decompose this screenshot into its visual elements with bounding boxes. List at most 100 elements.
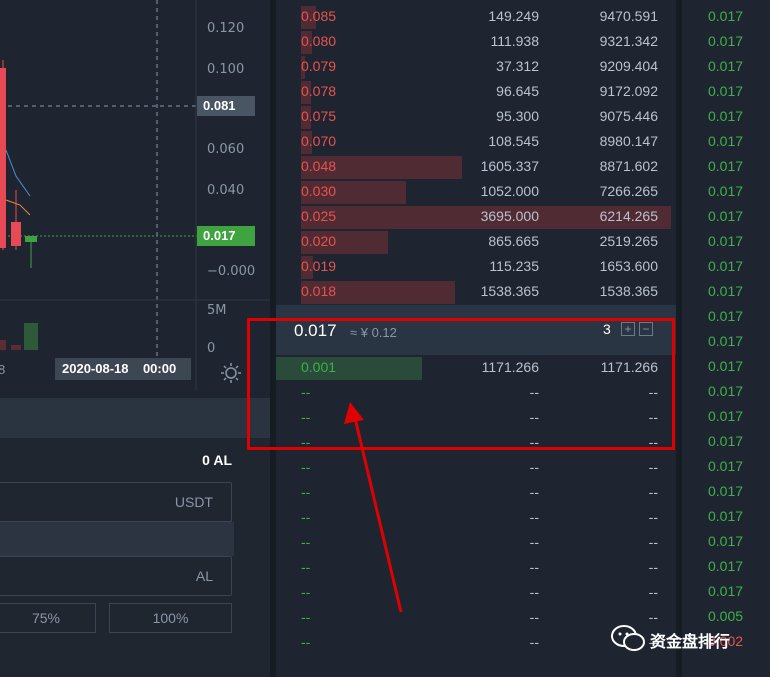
trade-price: 0.017 <box>708 83 744 99</box>
price-cell: -- <box>301 559 311 575</box>
amount-unit: AL <box>195 568 213 584</box>
trade-price: 0.017 <box>708 108 744 124</box>
price-cell: 0.020 <box>301 233 337 249</box>
price-cell: 0.085 <box>301 8 337 24</box>
amount-cell: 1052.000 <box>480 183 539 199</box>
amount-cell: 115.235 <box>489 258 539 274</box>
total-cell: 8871.602 <box>599 158 658 174</box>
amount-cell: -- <box>529 559 539 575</box>
percent-75-button[interactable]: 75% <box>0 603 96 633</box>
price-cell: 0.075 <box>301 108 337 124</box>
empty-bid-row[interactable]: -- -- -- <box>276 530 676 555</box>
trade-price: 0.017 <box>708 133 744 149</box>
amount-cell: -- <box>529 584 539 600</box>
trade-price: 0.017 <box>708 358 744 374</box>
amount-cell: -- <box>529 534 539 550</box>
ask-row[interactable]: 0.075 95.300 9075.446 <box>276 104 676 129</box>
price-cell: 0.080 <box>301 33 337 49</box>
amount-cell: 865.665 <box>488 233 539 249</box>
ask-row[interactable]: 0.070 108.545 8980.147 <box>276 129 676 154</box>
amount-cell: -- <box>529 609 539 625</box>
total-cell: -- <box>648 509 658 525</box>
empty-bid-row[interactable]: -- -- -- <box>276 555 676 580</box>
ask-row[interactable]: 0.020 865.665 2519.265 <box>276 229 676 254</box>
trade-price: 0.017 <box>708 283 744 299</box>
y-tick-label: 0.040 <box>207 183 245 198</box>
y-tick-label: 0.120 <box>207 21 245 36</box>
ask-row[interactable]: 0.079 37.312 9209.404 <box>276 54 676 79</box>
amount-cell: 3695.000 <box>480 208 539 224</box>
ma-line-orange <box>5 199 31 216</box>
amount-cell: 96.645 <box>496 83 539 99</box>
empty-bid-row[interactable]: -- -- -- <box>276 455 676 480</box>
ask-row[interactable]: 0.025 3695.000 6214.265 <box>276 204 676 229</box>
volume-bar <box>0 340 6 350</box>
ask-row[interactable]: 0.048 1605.337 8871.602 <box>276 154 676 179</box>
slider-track[interactable] <box>0 522 234 556</box>
total-cell: -- <box>648 459 658 475</box>
ask-row[interactable]: 0.078 96.645 9172.092 <box>276 79 676 104</box>
price-cell: -- <box>301 484 311 500</box>
trade-price: 0.017 <box>708 258 744 274</box>
amount-cell: -- <box>529 484 539 500</box>
price-unit: USDT <box>174 494 213 510</box>
ask-row[interactable]: 0.030 1052.000 7266.265 <box>276 179 676 204</box>
trade-price: 0.017 <box>708 183 744 199</box>
percent-100-button[interactable]: 100% <box>109 603 232 633</box>
trade-price: 0.017 <box>708 33 744 49</box>
total-cell: 8980.147 <box>599 133 658 149</box>
gear-icon[interactable] <box>220 362 242 384</box>
trade-price: 0.017 <box>708 533 744 549</box>
ask-row[interactable]: 0.018 1538.365 1538.365 <box>276 279 676 304</box>
amount-cell: 37.312 <box>496 58 539 74</box>
trade-price: 0.017 <box>708 158 744 174</box>
trade-price: 0.017 <box>708 58 744 74</box>
crosshair-date-tag: 2020-08-18 00:00 <box>55 358 191 380</box>
trade-price: 0.017 <box>708 433 744 449</box>
ask-row[interactable]: 0.019 115.235 1653.600 <box>276 254 676 279</box>
ask-row[interactable]: 0.080 111.938 9321.342 <box>276 29 676 54</box>
amount-cell: 111.938 <box>490 33 539 49</box>
amount-cell: 1605.337 <box>480 158 539 174</box>
total-cell: -- <box>648 534 658 550</box>
empty-bid-row[interactable]: -- -- -- <box>276 505 676 530</box>
recent-trades: 0.017 0.017 0.017 0.017 0.017 0.017 0.017 0.017… <box>682 0 770 677</box>
total-cell: 7266.265 <box>599 183 658 199</box>
amount-input[interactable]: AL <box>0 556 232 596</box>
empty-bid-row[interactable]: -- -- -- <box>276 580 676 605</box>
trade-price: 0.017 <box>708 458 744 474</box>
trade-price: 0.017 <box>708 233 744 249</box>
trade-price: 0.017 <box>708 333 744 349</box>
price-cell: 0.079 <box>301 58 337 74</box>
ma-line-blue <box>5 149 31 197</box>
trade-price: 0.017 <box>708 558 744 574</box>
price-cell: -- <box>301 459 311 475</box>
price-cell: 0.070 <box>301 133 337 149</box>
price-cell: 0.048 <box>301 158 337 174</box>
candlestick-chart[interactable]: 0.120 0.100 0.060 0.040 −0.000 5M 0 0.08… <box>0 0 270 395</box>
y-tick-label: 0.100 <box>207 62 245 77</box>
trade-price: 0.017 <box>708 208 744 224</box>
price-cell: -- <box>301 609 311 625</box>
total-cell: 9172.092 <box>599 83 658 99</box>
price-input[interactable]: USDT <box>0 482 232 522</box>
empty-bid-row[interactable]: -- -- -- <box>276 480 676 505</box>
total-cell: 1538.365 <box>599 283 658 299</box>
form-header <box>0 398 270 438</box>
price-cell: 0.078 <box>301 83 337 99</box>
amount-cell: 95.300 <box>496 108 539 124</box>
available-balance: 0 AL <box>202 452 232 468</box>
price-cell: 0.019 <box>301 258 337 274</box>
total-cell: 9075.446 <box>599 108 658 124</box>
amount-cell: 1538.365 <box>480 283 539 299</box>
total-cell: 1653.600 <box>599 258 658 274</box>
amount-cell: 108.545 <box>488 133 539 149</box>
watermark: 资金盘排行 <box>610 620 760 660</box>
annotation-highlight-box <box>247 318 675 450</box>
volume-bar <box>11 345 21 350</box>
current-price-tag: 0.017 <box>197 226 255 246</box>
price-cell: -- <box>301 509 311 525</box>
trade-price: 0.017 <box>708 383 744 399</box>
ask-row[interactable]: 0.085 149.249 9470.591 <box>276 4 676 29</box>
price-cell: -- <box>301 534 311 550</box>
